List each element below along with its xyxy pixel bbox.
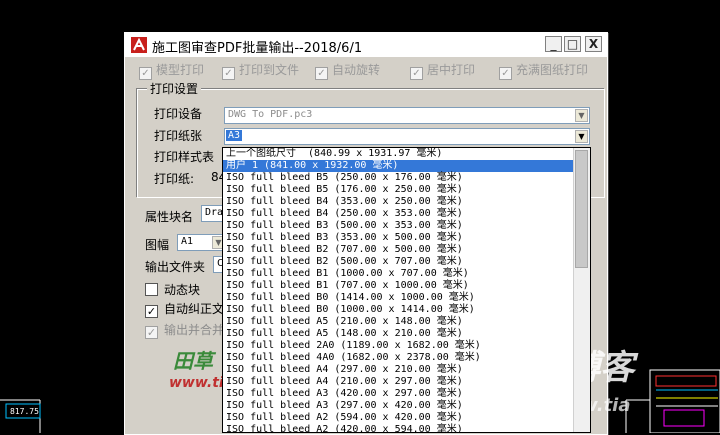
output-folder-label: 输出文件夹: [145, 260, 206, 274]
paper-option[interactable]: ISO full bleed B0 (1000.00 x 1414.00 毫米): [223, 304, 575, 316]
window-title: 施工图审查PDF批量输出--2018/6/1: [152, 41, 363, 56]
option-model-print[interactable]: ✓ 模型打印: [139, 61, 204, 80]
option-fill-paper[interactable]: ✓ 充满图纸打印: [499, 61, 588, 80]
watermark-brand: 田草: [173, 349, 213, 373]
paper-option[interactable]: ISO full bleed B4 (250.00 x 353.00 毫米): [223, 208, 575, 220]
paper-option[interactable]: ISO full bleed B0 (1414.00 x 1000.00 毫米): [223, 292, 575, 304]
paper-option[interactable]: ISO full bleed A4 (210.00 x 297.00 毫米): [223, 376, 575, 388]
paper-option[interactable]: ISO full bleed B1 (1000.00 x 707.00 毫米): [223, 268, 575, 280]
close-button[interactable]: X: [585, 36, 602, 52]
chevron-down-icon: ▼: [575, 130, 588, 143]
paper-option[interactable]: ISO full bleed A5 (210.00 x 148.00 毫米): [223, 316, 575, 328]
print-settings-title: 打印设置: [147, 80, 202, 97]
checkbox-icon: ✓: [499, 67, 512, 80]
chevron-down-icon: ▼: [575, 109, 588, 122]
paper-select[interactable]: A3 ▼: [224, 128, 590, 145]
paper-option[interactable]: ISO full bleed A4 (297.00 x 210.00 毫米): [223, 364, 575, 376]
paper-option[interactable]: ISO full bleed A2 (594.00 x 420.00 毫米): [223, 412, 575, 424]
checkmark-icon: ✓: [145, 305, 158, 318]
coordinate-badge: 817.75: [10, 407, 39, 416]
paper-option[interactable]: ISO full bleed 2A0 (1189.00 x 1682.00 毫米…: [223, 340, 575, 352]
style-table-label: 打印样式表: [154, 150, 215, 164]
paper-option[interactable]: ISO full bleed B5 (176.00 x 250.00 毫米): [223, 184, 575, 196]
paper-label: 打印纸张: [154, 129, 203, 143]
paper-option[interactable]: ISO full bleed B1 (707.00 x 1000.00 毫米): [223, 280, 575, 292]
maximize-button[interactable]: □: [564, 36, 581, 52]
autocad-icon: [131, 37, 147, 53]
device-select[interactable]: DWG To PDF.pc3 ▼: [224, 107, 590, 124]
paper-option[interactable]: ISO full bleed A2 (420.00 x 594.00 毫米): [223, 424, 575, 432]
merge-output-checkbox[interactable]: ✓ 输出并合并: [145, 321, 224, 339]
paper-dropdown-list[interactable]: 上一个图纸尺寸 (840.99 x 1931.97 毫米) 用户 1 (841.0…: [222, 147, 591, 433]
paper-options: 上一个图纸尺寸 (840.99 x 1931.97 毫米) 用户 1 (841.0…: [223, 148, 575, 432]
dynamic-block-checkbox[interactable]: 动态块: [145, 281, 200, 298]
minimize-button[interactable]: _: [545, 36, 562, 52]
paper-option[interactable]: 上一个图纸尺寸 (840.99 x 1931.97 毫米): [223, 148, 575, 160]
option-auto-rotate[interactable]: ✓ 自动旋转: [315, 61, 380, 80]
frame-label: 图幅: [145, 238, 170, 252]
checkbox-icon: ✓: [222, 67, 235, 80]
dropdown-scrollbar[interactable]: [573, 148, 590, 432]
paper-option[interactable]: ISO full bleed B4 (353.00 x 250.00 毫米): [223, 196, 575, 208]
frame-select[interactable]: A1 ▼: [177, 234, 227, 251]
scrollbar-thumb[interactable]: [575, 150, 588, 268]
checkbox-icon: ✓: [410, 67, 423, 80]
paper-option[interactable]: ISO full bleed A3 (297.00 x 420.00 毫米): [223, 400, 575, 412]
paper-option[interactable]: ISO full bleed B5 (250.00 x 176.00 毫米): [223, 172, 575, 184]
option-print-to-file[interactable]: ✓ 打印到文件: [222, 61, 299, 80]
paper-option[interactable]: ISO full bleed B3 (500.00 x 353.00 毫米): [223, 220, 575, 232]
checkbox-icon: ✓: [315, 67, 328, 80]
print-paper-label: 打印纸:: [154, 172, 195, 186]
checkbox-icon: ✓: [139, 67, 152, 80]
option-center-print[interactable]: ✓ 居中打印: [410, 61, 475, 80]
paper-option[interactable]: ISO full bleed 4A0 (1682.00 x 2378.00 毫米…: [223, 352, 575, 364]
paper-option[interactable]: ISO full bleed B2 (500.00 x 707.00 毫米): [223, 256, 575, 268]
title-bar[interactable]: 施工图审查PDF批量输出--2018/6/1 _ □ X: [125, 33, 607, 57]
device-label: 打印设备: [154, 107, 203, 121]
auto-correct-checkbox[interactable]: ✓ 自动纠正文: [145, 300, 224, 318]
paper-option[interactable]: ISO full bleed B3 (353.00 x 500.00 毫米): [223, 232, 575, 244]
paper-option[interactable]: ISO full bleed A5 (148.00 x 210.00 毫米): [223, 328, 575, 340]
paper-option[interactable]: 用户 1 (841.00 x 1932.00 毫米): [223, 160, 575, 172]
attr-block-label: 属性块名: [145, 210, 194, 224]
paper-option[interactable]: ISO full bleed A3 (420.00 x 297.00 毫米): [223, 388, 575, 400]
paper-option[interactable]: ISO full bleed B2 (707.00 x 500.00 毫米): [223, 244, 575, 256]
